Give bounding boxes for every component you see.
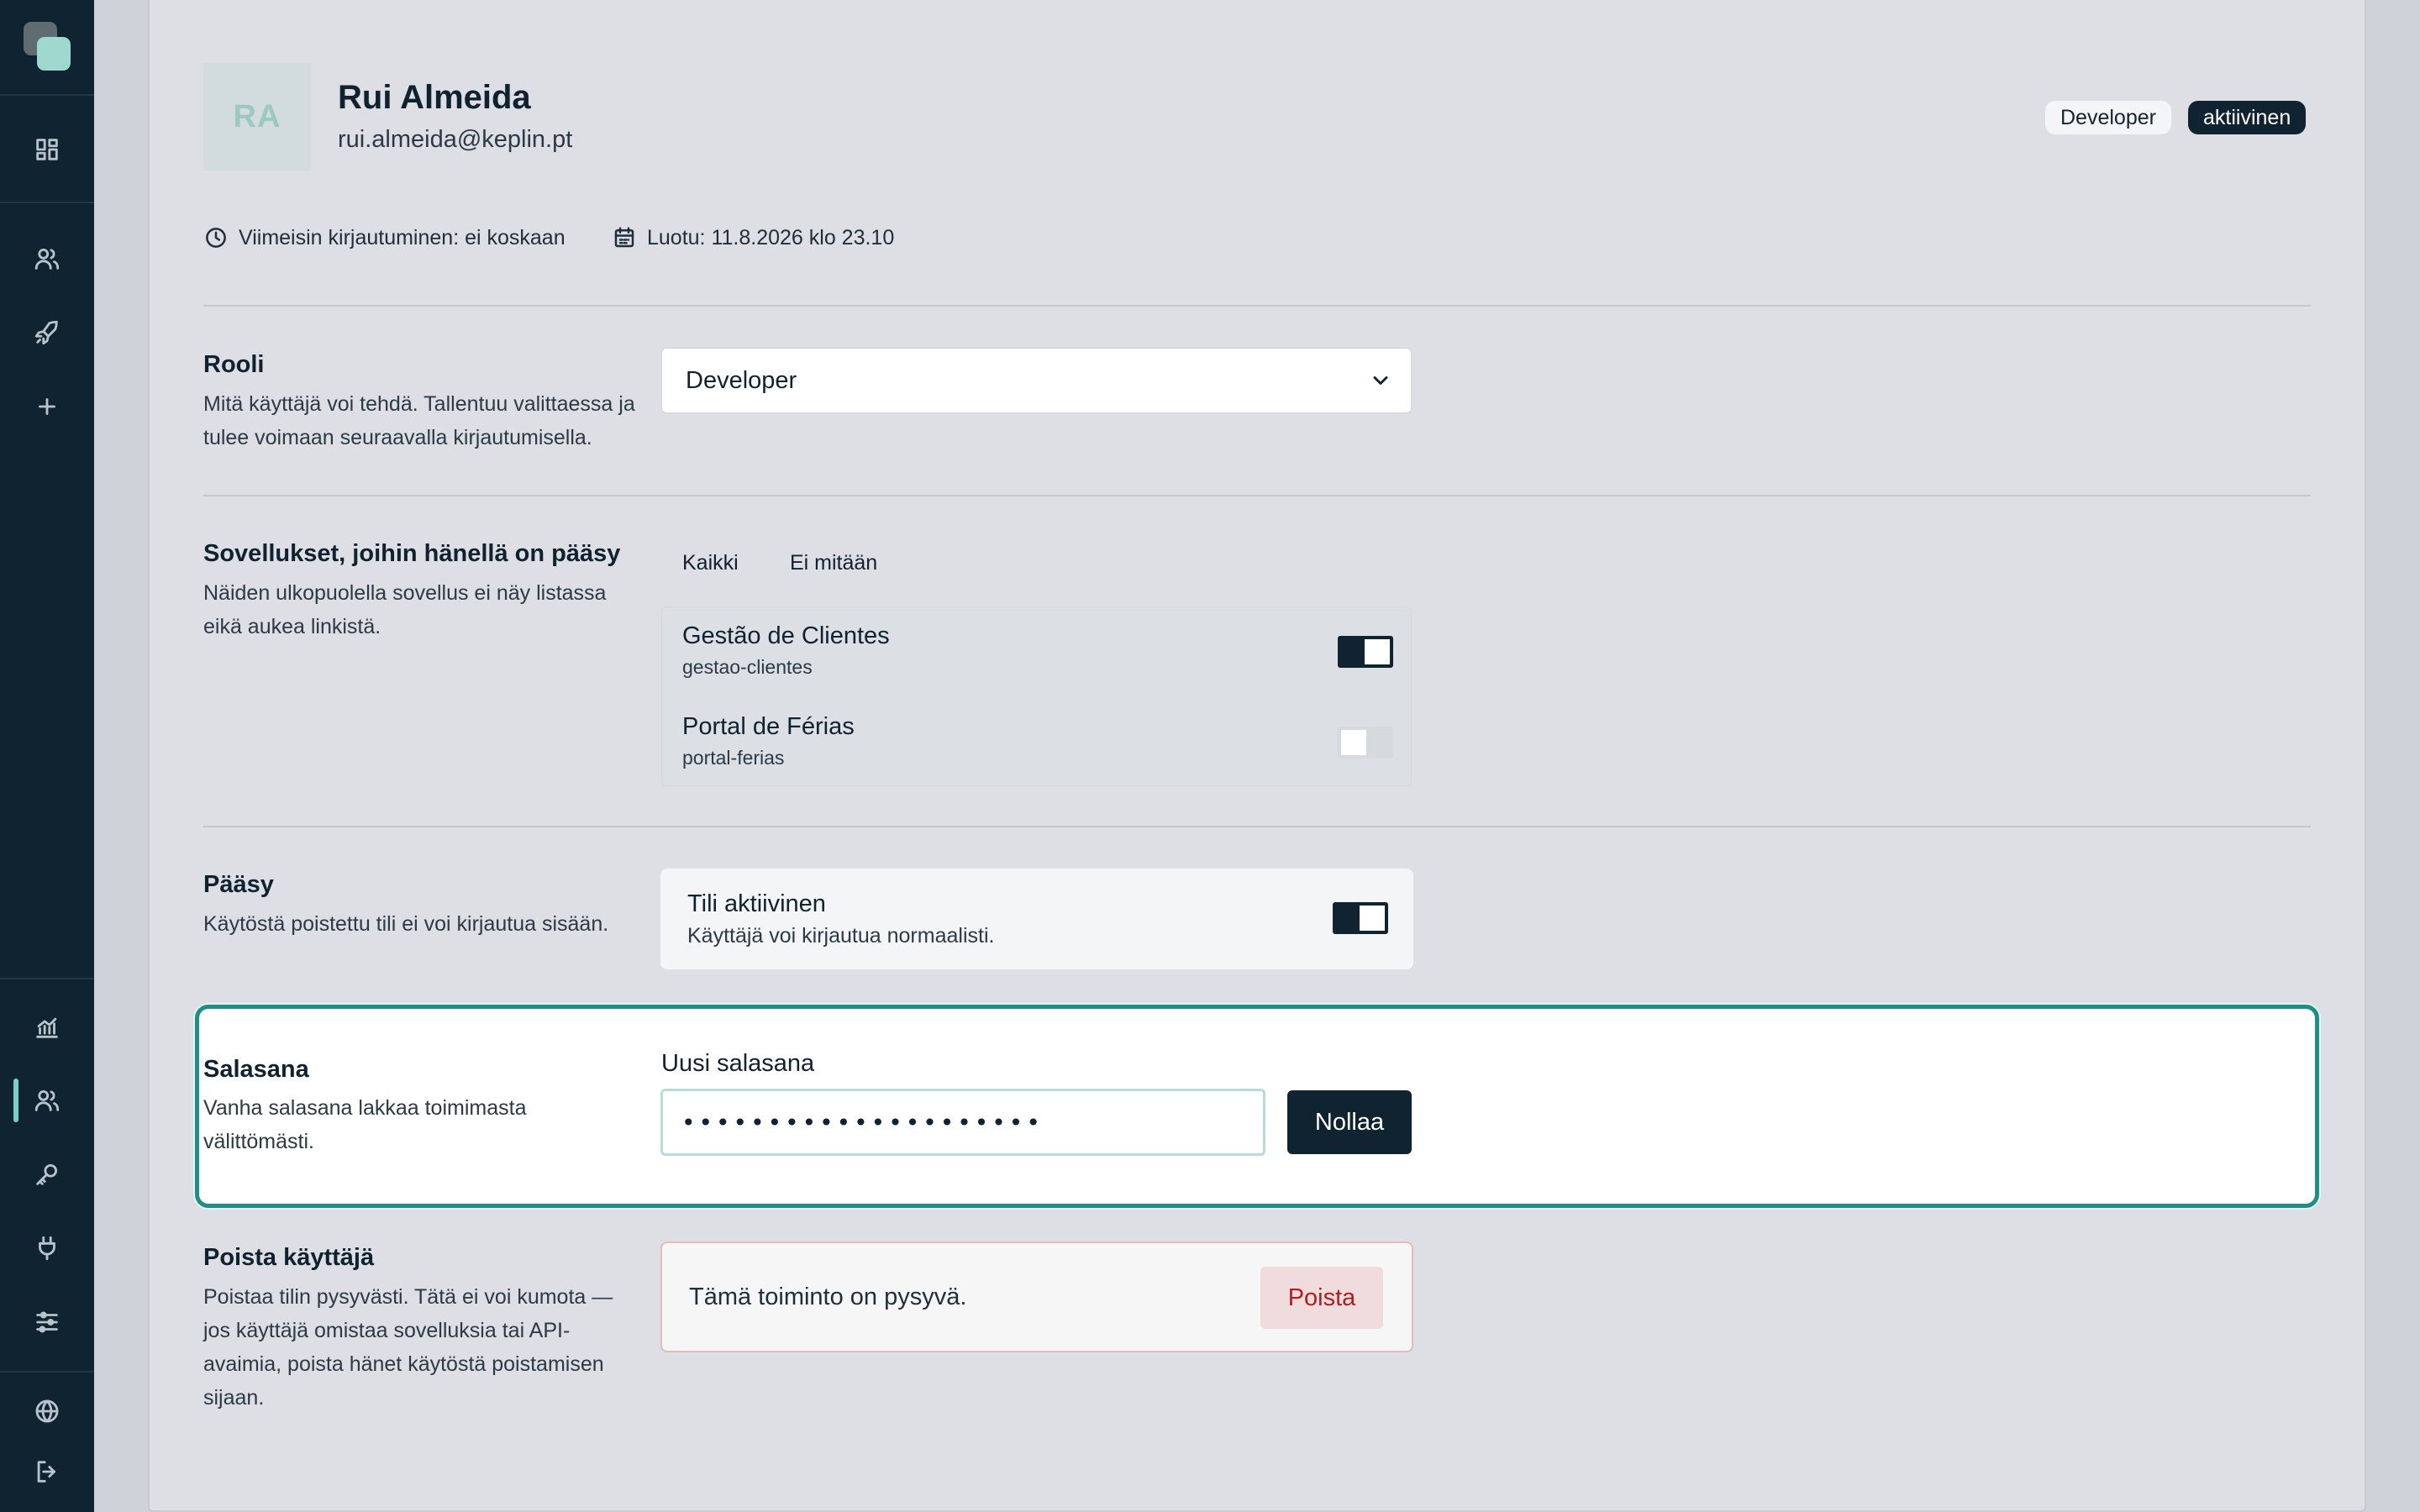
app-access-list: Gestão de Clientes gestao-clientes Porta… [661, 606, 1412, 786]
account-active-card: Tili aktiivinen Käyttäjä voi kirjautua n… [660, 869, 1413, 969]
section-divider [203, 826, 2311, 827]
app-logo[interactable] [24, 22, 71, 71]
access-desc: Käytöstä poistettu tili ei voi kirjautua… [203, 912, 609, 936]
avatar: RA [203, 63, 311, 171]
app-name: Portal de Férias [682, 713, 855, 740]
clock-icon [206, 228, 226, 248]
select-all-button[interactable]: Kaikki [682, 551, 739, 575]
sidebar-divider [0, 1371, 94, 1373]
toggle-knob [1360, 906, 1385, 931]
apps-title: Sovellukset, joihin hänellä on pääsy [203, 540, 621, 567]
delete-user-button[interactable]: Poista [1260, 1267, 1383, 1329]
delete-desc: Poistaa tilin pysyvästi. Tätä ei voi kum… [203, 1285, 613, 1410]
logo-square-front [37, 37, 71, 71]
role-badge: Developer [2045, 101, 2171, 134]
sidebar-divider [0, 94, 94, 96]
delete-warning: Tämä toiminto on pysyvä. [689, 1284, 967, 1310]
created-info: Luotu: 11.8.2026 klo 23.10 [612, 225, 894, 250]
account-active-toggle[interactable] [1333, 902, 1388, 934]
sidebar-divider [0, 978, 94, 979]
apps-desc: Näiden ulkopuolella sovellus ei näy list… [203, 581, 607, 638]
status-badge: aktiivinen [2188, 101, 2307, 134]
sliders-icon[interactable] [30, 1305, 64, 1339]
users-active-icon[interactable] [30, 1084, 64, 1117]
chevron-down-icon [1369, 369, 1392, 392]
app-access-toggle[interactable] [1338, 636, 1393, 668]
users-icon[interactable] [30, 242, 64, 276]
new-password-label: Uusi salasana [661, 1050, 815, 1077]
logout-icon[interactable] [30, 1455, 64, 1488]
rocket-icon[interactable] [30, 316, 64, 349]
role-select-value: Developer [686, 366, 797, 394]
chart-icon[interactable] [30, 1011, 64, 1044]
toggle-knob [1341, 730, 1366, 755]
last-login-info: Viimeisin kirjautuminen: ei koskaan [203, 225, 566, 250]
account-active-title: Tili aktiivinen [687, 890, 826, 917]
app-slug: portal-ferias [682, 747, 785, 769]
globe-icon[interactable] [30, 1394, 64, 1428]
new-password-input[interactable]: ••••••••••••••••••••• [660, 1089, 1265, 1156]
plus-icon[interactable] [30, 390, 64, 423]
dashboard-icon[interactable] [30, 133, 64, 166]
role-title: Rooli [203, 351, 265, 378]
reset-password-button[interactable]: Nollaa [1287, 1090, 1412, 1154]
delete-title: Poista käyttäjä [203, 1244, 375, 1271]
app-access-toggle[interactable] [1338, 727, 1393, 759]
plug-icon[interactable] [30, 1231, 64, 1265]
app-name: Gestão de Clientes [682, 622, 890, 649]
password-title: Salasana [203, 1056, 309, 1083]
sidebar-divider [0, 202, 94, 203]
key-icon[interactable] [30, 1158, 64, 1191]
sidebar [0, 0, 94, 1512]
calendar-icon [614, 227, 634, 248]
role-desc: Mitä käyttäjä voi tehdä. Tallentuu valit… [203, 392, 635, 449]
app-slug: gestao-clientes [682, 656, 813, 678]
user-email: rui.almeida@keplin.pt [338, 126, 573, 153]
access-title: Pääsy [203, 871, 274, 898]
created-text: Luotu: 11.8.2026 klo 23.10 [647, 225, 895, 249]
section-divider [203, 305, 2311, 307]
section-divider [203, 495, 2311, 496]
last-login-text: Viimeisin kirjautuminen: ei koskaan [239, 225, 566, 249]
delete-card: Tämä toiminto on pysyvä. Poista [660, 1242, 1413, 1352]
user-name: Rui Almeida [338, 79, 531, 116]
toggle-knob [1365, 639, 1390, 664]
role-select[interactable]: Developer [661, 348, 1412, 413]
password-desc: Vanha salasana lakkaa toimimasta välittö… [203, 1096, 527, 1153]
active-indicator [13, 1079, 18, 1122]
account-active-desc: Käyttäjä voi kirjautua normaalisti. [687, 924, 995, 948]
select-none-button[interactable]: Ei mitään [790, 551, 877, 575]
avatar-initials: RA [233, 98, 281, 134]
